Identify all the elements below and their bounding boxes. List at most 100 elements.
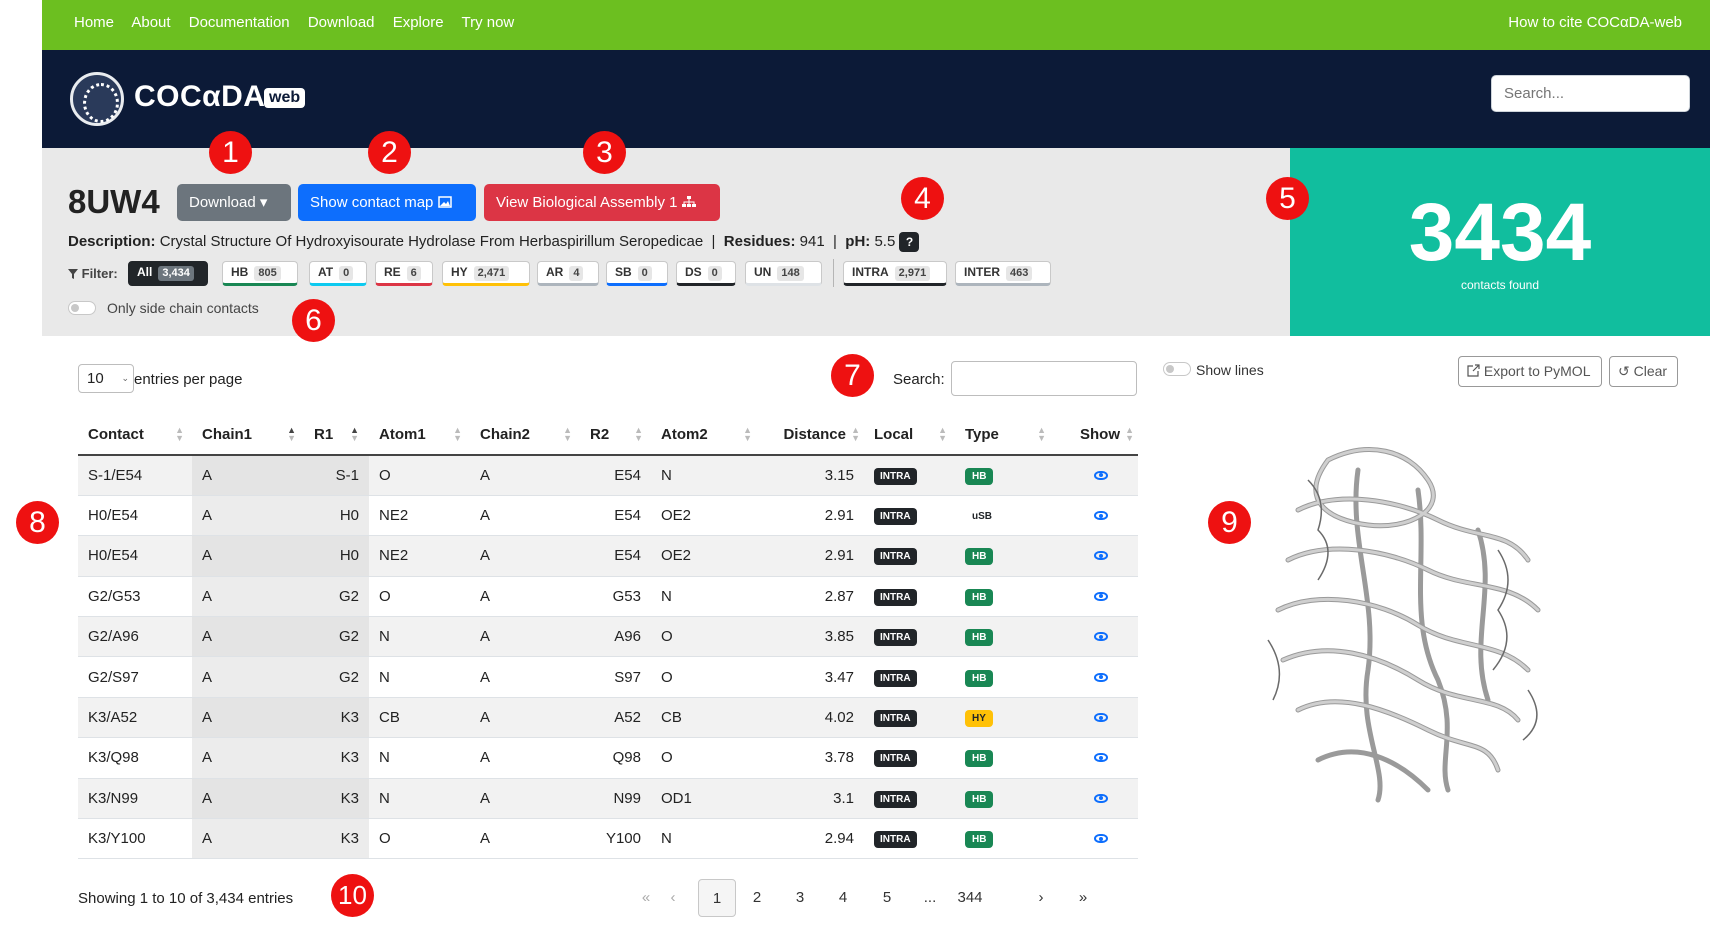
cell-show[interactable] <box>1054 737 1138 779</box>
filter-chip-sb[interactable]: SB 0 <box>606 261 668 286</box>
eye-icon[interactable] <box>1094 713 1108 723</box>
page-link[interactable]: 5 <box>874 879 900 917</box>
cell-r1: H0 <box>304 495 369 537</box>
header-atom2[interactable]: Atom2 ▲ ▼ <box>651 414 760 456</box>
local-badge: INTRA <box>874 629 917 647</box>
cell-contact: K3/N99 <box>78 778 192 820</box>
entry-description: Description: Crystal Structure Of Hydrox… <box>68 232 920 252</box>
table-row: K3/A52 A K3 CB A A52 CB 4.02 INTRA HY <box>78 697 1138 739</box>
page-link[interactable]: « <box>634 879 658 917</box>
entries-per-page-select[interactable]: 10 ⌄ <box>78 364 134 393</box>
eye-icon[interactable] <box>1094 591 1108 601</box>
cocada-logo-icon[interactable] <box>70 72 124 126</box>
cell-contact: S-1/E54 <box>78 455 192 496</box>
contact-map-button[interactable]: Show contact map <box>298 184 476 221</box>
page-link[interactable]: » <box>1070 879 1096 917</box>
header-r1[interactable]: R1 ▲ ▼ <box>304 414 369 456</box>
eye-icon[interactable] <box>1094 672 1108 682</box>
cell-chain2: A <box>470 495 580 537</box>
cell-atom1: NE2 <box>369 535 470 577</box>
nav-download[interactable]: Download <box>308 14 375 31</box>
eye-icon[interactable] <box>1094 470 1108 480</box>
annotation-7: 7 <box>831 354 874 397</box>
filter-chip-all[interactable]: All 3,434 <box>128 261 208 286</box>
nav-about[interactable]: About <box>131 14 170 31</box>
cell-r1: K3 <box>304 697 369 739</box>
cell-atom1: N <box>369 616 470 658</box>
cell-r2: A96 <box>580 616 651 658</box>
cell-contact: G2/A96 <box>78 616 192 658</box>
cell-show[interactable] <box>1054 616 1138 658</box>
filter-chip-un[interactable]: UN 148 <box>745 261 822 286</box>
local-badge: INTRA <box>874 750 917 768</box>
header-show[interactable]: Show ▲ ▼ <box>1054 414 1138 456</box>
cell-local: INTRA <box>864 656 955 698</box>
header-contact[interactable]: Contact ▲ ▼ <box>78 414 192 456</box>
cell-show[interactable] <box>1054 495 1138 537</box>
header-atom1[interactable]: Atom1 ▲ ▼ <box>369 414 470 456</box>
header-local[interactable]: Local ▲ ▼ <box>864 414 955 456</box>
cell-atom2: O <box>651 656 760 698</box>
nav-explore[interactable]: Explore <box>393 14 444 31</box>
header-chain1[interactable]: Chain1 ▲ ▼ <box>192 414 304 456</box>
page-link[interactable]: › <box>1028 879 1054 917</box>
cell-show[interactable] <box>1054 656 1138 698</box>
page-link[interactable]: 344 <box>947 879 993 917</box>
cell-show[interactable] <box>1054 455 1138 496</box>
filter-chip-intra[interactable]: INTRA 2,971 <box>843 261 947 286</box>
cell-local: INTRA <box>864 778 955 820</box>
filter-chip-ar[interactable]: AR 4 <box>537 261 599 286</box>
filter-chip-hb[interactable]: HB 805 <box>222 261 298 286</box>
eye-icon[interactable] <box>1094 632 1108 642</box>
external-link-icon <box>1467 364 1480 377</box>
page-link[interactable]: 3 <box>787 879 813 917</box>
filter-chip-hy[interactable]: HY 2,471 <box>442 261 530 286</box>
nav-home[interactable]: Home <box>74 14 114 31</box>
cell-show[interactable] <box>1054 535 1138 577</box>
help-icon[interactable]: ? <box>899 232 920 252</box>
page-link[interactable]: 4 <box>830 879 856 917</box>
table-search-input[interactable] <box>951 361 1137 396</box>
cell-show[interactable] <box>1054 778 1138 820</box>
eye-icon[interactable] <box>1094 793 1108 803</box>
page-link[interactable]: 1 <box>698 879 736 917</box>
nav-documentation[interactable]: Documentation <box>189 14 290 31</box>
protein-structure-view[interactable] <box>1258 440 1558 810</box>
header-r2[interactable]: R2 ▲ ▼ <box>580 414 651 456</box>
show-lines-toggle[interactable] <box>1163 362 1191 376</box>
cell-local: INTRA <box>864 455 955 496</box>
side-chain-toggle[interactable] <box>68 301 96 315</box>
export-pymol-button[interactable]: Export to PyMOL <box>1458 356 1602 387</box>
download-button[interactable]: Download ▾ <box>177 184 291 221</box>
page-link[interactable]: ‹ <box>661 879 685 917</box>
header-chain2[interactable]: Chain2 ▲ ▼ <box>470 414 580 456</box>
cell-chain2: A <box>470 576 580 618</box>
filter-chip-ds[interactable]: DS 0 <box>676 261 736 286</box>
eye-icon[interactable] <box>1094 834 1108 844</box>
filter-chip-at[interactable]: AT 0 <box>309 261 367 286</box>
eye-icon[interactable] <box>1094 511 1108 521</box>
eye-icon[interactable] <box>1094 753 1108 763</box>
cell-local: INTRA <box>864 818 955 860</box>
nav-try-now[interactable]: Try now <box>461 14 514 31</box>
header-type[interactable]: Type ▲ ▼ <box>955 414 1054 456</box>
cell-r1: K3 <box>304 818 369 860</box>
page-link[interactable]: 2 <box>744 879 770 917</box>
brand-name[interactable]: COCαDA <box>134 80 265 114</box>
filter-chip-re[interactable]: RE 6 <box>375 261 433 286</box>
cell-r2: E54 <box>580 455 651 496</box>
cell-chain2: A <box>470 656 580 698</box>
cell-show[interactable] <box>1054 576 1138 618</box>
nav-cite[interactable]: How to cite COCαDA-web <box>1508 14 1682 31</box>
table-row: G2/S97 A G2 N A S97 O 3.47 INTRA HB <box>78 656 1138 698</box>
cell-show[interactable] <box>1054 818 1138 860</box>
eye-icon[interactable] <box>1094 551 1108 561</box>
header-distance[interactable]: Distance ▲ ▼ <box>760 414 864 456</box>
biological-assembly-button[interactable]: View Biological Assembly 1 <box>484 184 720 221</box>
cell-show[interactable] <box>1054 697 1138 739</box>
cell-chain1: A <box>192 737 304 779</box>
cell-type: HB <box>955 818 1054 860</box>
global-search-input[interactable] <box>1491 75 1690 112</box>
clear-button[interactable]: ↺ Clear <box>1609 356 1678 387</box>
filter-chip-inter[interactable]: INTER 463 <box>955 261 1051 286</box>
